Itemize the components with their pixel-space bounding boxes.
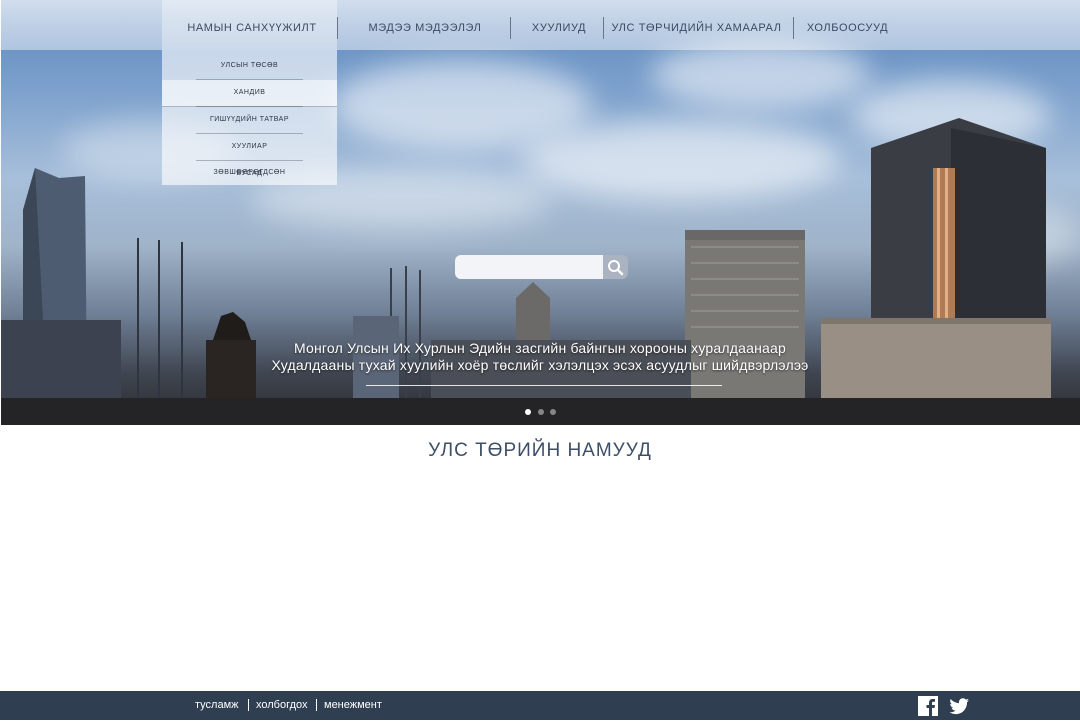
search-icon <box>608 260 624 276</box>
slide-caption[interactable]: Монгол Улсын Их Хурлын Эдийн засгийн бай… <box>200 340 880 374</box>
nav-separator <box>337 17 338 39</box>
footer-link-contact[interactable]: холбогдох <box>256 698 308 712</box>
nav-item-news[interactable]: МЭДЭЭ МЭДЭЭЛЭЛ <box>345 18 505 38</box>
section-title: УЛС ТӨРИЙН НАМУУД <box>428 440 652 461</box>
footer-bar: тусламж холбогдох менежмент <box>0 691 1080 720</box>
slider-dot-3[interactable] <box>550 409 556 415</box>
footer-link-management[interactable]: менежмент <box>324 698 382 712</box>
nav-dropdown-menu: УЛСЫН ТӨСӨВ ХАНДИВ ГИШҮҮДИЙН ТАТВАР ХУУЛ… <box>162 50 337 185</box>
footer-separator <box>248 699 249 711</box>
nav-item-politician-relations[interactable]: УЛС ТӨРЧИДИЙН ХАМААРАЛ <box>605 18 788 38</box>
dropdown-item-other[interactable]: БУСАД <box>196 161 303 187</box>
search-input[interactable] <box>455 255 603 279</box>
nav-separator <box>793 17 794 39</box>
twitter-icon[interactable] <box>948 696 970 716</box>
nav-item-links[interactable]: ХОЛБООСУУД <box>800 18 895 38</box>
slide-caption-line-2: Худалдааны тухай хуулийн хоёр төслийг хэ… <box>271 357 809 373</box>
nav-item-party-finance[interactable]: НАМЫН САНХҮҮЖИЛТ <box>162 18 342 38</box>
search-button[interactable] <box>603 255 628 279</box>
dropdown-item-donation[interactable]: ХАНДИВ <box>162 80 337 107</box>
top-navigation: НАМЫН САНХҮҮЖИЛТ МЭДЭЭ МЭДЭЭЛЭЛ ХУУЛИУД … <box>0 0 1080 50</box>
slider-dot-1[interactable] <box>525 409 531 415</box>
facebook-icon[interactable] <box>918 696 938 716</box>
footer-link-help[interactable]: тусламж <box>195 698 239 712</box>
nav-separator <box>510 17 511 39</box>
footer-separator <box>316 699 317 711</box>
dropdown-item-legally-permitted[interactable]: ХУУЛИАР ЗӨВШӨӨРӨГДСӨН <box>196 134 303 176</box>
slide-caption-line-1: Монгол Улсын Их Хурлын Эдийн засгийн бай… <box>294 340 786 356</box>
caption-divider <box>366 385 722 386</box>
dropdown-item-donation-label: ХАНДИВ <box>196 80 303 107</box>
dropdown-item-member-fees[interactable]: ГИШҮҮДИЙН ТАТВАР <box>196 107 303 134</box>
nav-separator <box>603 17 604 39</box>
nav-item-laws[interactable]: ХУУЛИУД <box>520 18 598 38</box>
slider-dot-2[interactable] <box>538 409 544 415</box>
dropdown-item-state-budget[interactable]: УЛСЫН ТӨСӨВ <box>196 53 303 80</box>
